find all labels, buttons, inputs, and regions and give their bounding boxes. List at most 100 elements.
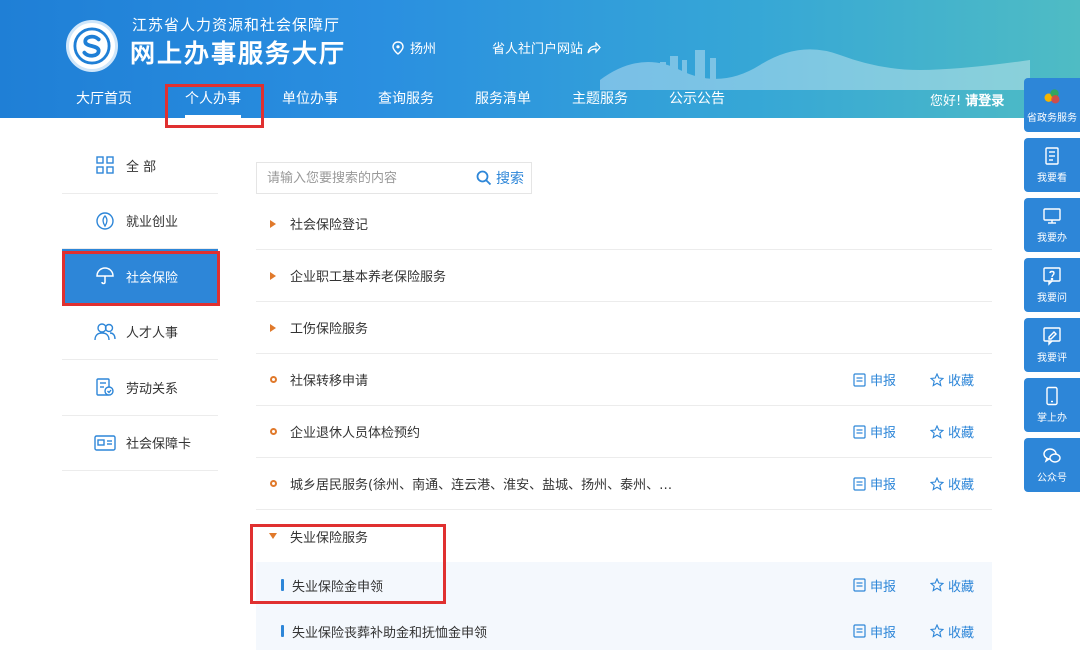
hall-name: 网上办事服务大厅 bbox=[130, 39, 347, 68]
apply-button[interactable]: 申报 bbox=[853, 622, 896, 641]
form-icon bbox=[853, 372, 866, 387]
apply-label: 申报 bbox=[869, 579, 896, 595]
star-icon bbox=[929, 372, 944, 387]
float-label: 掌上办 bbox=[1037, 413, 1067, 424]
row-label[interactable]: 失业保险丧葬补助金和抚恤金申领 bbox=[292, 622, 487, 641]
star-icon bbox=[929, 624, 944, 638]
location-selector[interactable]: 扬州 bbox=[392, 38, 436, 57]
form-icon bbox=[853, 624, 866, 638]
sidebar-item-label: 就业创业 bbox=[126, 215, 179, 231]
category-row[interactable]: 社会保险登记 bbox=[256, 198, 992, 250]
search-icon bbox=[476, 170, 492, 186]
apply-button[interactable]: 申报 bbox=[853, 576, 896, 595]
sidebar-item-all[interactable]: 全 部 bbox=[62, 138, 218, 194]
favorite-label: 收藏 bbox=[947, 426, 974, 441]
nav-announcements[interactable]: 公示公告 bbox=[669, 88, 725, 108]
highlight-box-unemployment bbox=[250, 524, 446, 604]
expand-arrow-icon bbox=[270, 219, 276, 228]
city-skyline-decoration bbox=[600, 49, 1030, 90]
float-review-button[interactable]: 我要评 bbox=[1024, 318, 1080, 372]
share-arrow-icon bbox=[587, 41, 601, 54]
wechat-icon bbox=[1043, 448, 1061, 463]
service-item-row: 城乡居民服务(徐州、南通、连云港、淮安、盐城、扬州、泰州、… 申报 收藏 bbox=[256, 458, 992, 510]
star-icon bbox=[929, 476, 944, 491]
float-label: 省政务服务 bbox=[1027, 113, 1077, 124]
phone-icon bbox=[1046, 386, 1058, 406]
favorite-button[interactable]: 收藏 bbox=[929, 576, 974, 595]
item-dot-icon bbox=[269, 376, 277, 383]
apply-button[interactable]: 申报 bbox=[853, 370, 896, 389]
search-bar: 搜索 bbox=[256, 162, 532, 194]
row-label: 企业职工基本养老保险服务 bbox=[290, 270, 447, 285]
hrss-logo[interactable] bbox=[66, 20, 118, 72]
favorite-label: 收藏 bbox=[947, 625, 974, 641]
favorite-button[interactable]: 收藏 bbox=[929, 422, 974, 441]
nav-home[interactable]: 大厅首页 bbox=[76, 88, 132, 108]
favorite-label: 收藏 bbox=[947, 478, 974, 493]
nav-query-service[interactable]: 查询服务 bbox=[378, 88, 434, 108]
form-icon bbox=[853, 578, 866, 592]
float-label: 我要看 bbox=[1037, 173, 1067, 184]
sidebar-item-label: 人才人事 bbox=[126, 326, 179, 342]
book-icon bbox=[1045, 147, 1059, 165]
portal-link[interactable]: 省人社门户网站 bbox=[492, 38, 601, 57]
favorite-button[interactable]: 收藏 bbox=[929, 474, 974, 493]
review-icon bbox=[1043, 327, 1061, 346]
float-mobile-button[interactable]: 掌上办 bbox=[1024, 378, 1080, 432]
apply-label: 申报 bbox=[869, 625, 896, 641]
labor-doc-icon bbox=[94, 376, 116, 398]
login-link[interactable]: 请登录 bbox=[965, 94, 1004, 109]
nav-unit-affairs[interactable]: 单位办事 bbox=[282, 88, 338, 108]
sidebar-item-label: 社会保障卡 bbox=[126, 437, 192, 453]
float-view-button[interactable]: 我要看 bbox=[1024, 138, 1080, 192]
apply-button[interactable]: 申报 bbox=[853, 422, 896, 441]
float-wechat-button[interactable]: 公众号 bbox=[1024, 438, 1080, 492]
service-item-row: 企业退休人员体检预约 申报 收藏 bbox=[256, 406, 992, 458]
search-button[interactable]: 搜索 bbox=[469, 163, 531, 193]
sidebar-item-talent[interactable]: 人才人事 bbox=[62, 305, 218, 360]
main-nav: 大厅首页 个人办事 单位办事 查询服务 服务清单 主题服务 公示公告 bbox=[0, 84, 1080, 118]
nav-theme-service[interactable]: 主题服务 bbox=[572, 88, 628, 108]
search-input[interactable] bbox=[257, 163, 469, 193]
float-label: 我要评 bbox=[1037, 353, 1067, 364]
sidebar-item-security-card[interactable]: 社会保障卡 bbox=[62, 416, 218, 471]
nav-service-list[interactable]: 服务清单 bbox=[475, 88, 531, 108]
row-label[interactable]: 城乡居民服务(徐州、南通、连云港、淮安、盐城、扬州、泰州、… bbox=[290, 474, 672, 493]
star-icon bbox=[929, 424, 944, 439]
float-ask-button[interactable]: 我要问 bbox=[1024, 258, 1080, 312]
favorite-button[interactable]: 收藏 bbox=[929, 370, 974, 389]
row-label: 社会保险登记 bbox=[290, 218, 369, 233]
apply-label: 申报 bbox=[869, 426, 896, 441]
apply-button[interactable]: 申报 bbox=[853, 474, 896, 493]
float-do-button[interactable]: 我要办 bbox=[1024, 198, 1080, 252]
float-label: 我要办 bbox=[1037, 233, 1067, 244]
user-greeting: 您好! 请登录 bbox=[930, 90, 1004, 109]
row-label[interactable]: 社保转移申请 bbox=[290, 370, 368, 389]
sidebar-item-label: 劳动关系 bbox=[126, 381, 179, 397]
form-icon bbox=[853, 424, 866, 439]
sidebar-item-employment[interactable]: 就业创业 bbox=[62, 194, 218, 249]
category-row[interactable]: 企业职工基本养老保险服务 bbox=[256, 250, 992, 302]
sidebar-item-labor[interactable]: 劳动关系 bbox=[62, 360, 218, 416]
gov-service-icon bbox=[1044, 89, 1060, 104]
float-gov-service-button[interactable]: 省政务服务 bbox=[1024, 78, 1080, 132]
favorite-label: 收藏 bbox=[947, 374, 974, 389]
sub-item-bar-icon bbox=[280, 625, 284, 637]
card-icon bbox=[94, 432, 116, 454]
favorite-button[interactable]: 收藏 bbox=[929, 622, 974, 641]
header-banner: 江苏省人力资源和社会保障厅 网上办事服务大厅 扬州 省人社门户网站 大厅首页 个… bbox=[0, 0, 1080, 118]
question-icon bbox=[1043, 267, 1061, 286]
monitor-icon bbox=[1043, 208, 1061, 224]
category-row[interactable]: 工伤保险服务 bbox=[256, 302, 992, 354]
location-label: 扬州 bbox=[410, 42, 437, 57]
expand-arrow-icon bbox=[270, 323, 276, 332]
sidebar-item-label: 全 部 bbox=[126, 159, 157, 175]
search-button-label: 搜索 bbox=[496, 171, 524, 187]
row-label[interactable]: 企业退休人员体检预约 bbox=[290, 422, 420, 441]
item-dot-icon bbox=[269, 480, 277, 487]
float-label: 我要问 bbox=[1037, 293, 1067, 304]
item-dot-icon bbox=[269, 428, 277, 435]
portal-link-label: 省人社门户网站 bbox=[492, 42, 584, 57]
expand-arrow-icon bbox=[270, 271, 276, 280]
people-icon bbox=[94, 321, 116, 343]
